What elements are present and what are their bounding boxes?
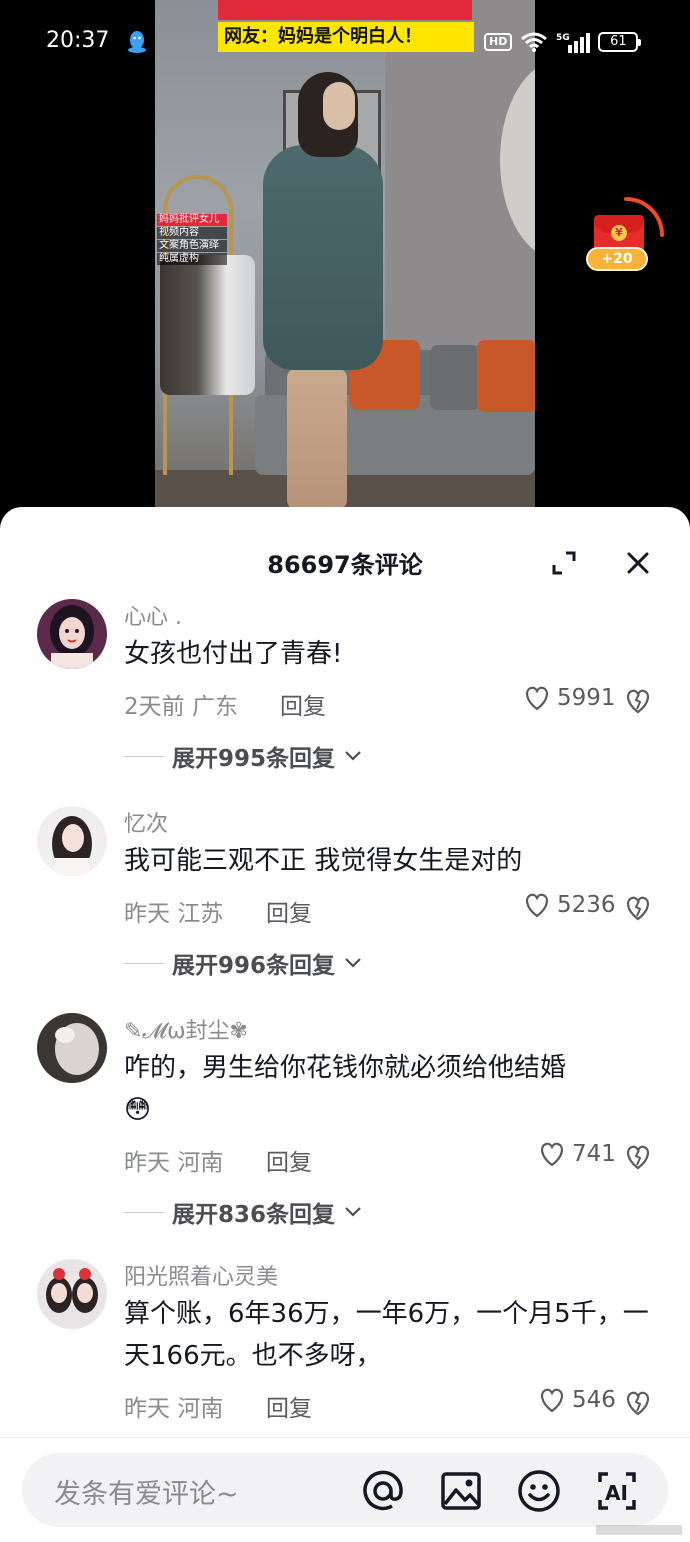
- comment-location: 江苏: [177, 901, 224, 927]
- like-count: 5236: [557, 892, 616, 918]
- divider: [124, 1211, 164, 1213]
- dislike-icon[interactable]: [624, 894, 652, 922]
- red-packet-reward[interactable]: ¥ +20: [586, 195, 666, 275]
- comment-author[interactable]: ✎𝓜ω封尘✾: [124, 1013, 248, 1045]
- reply-button[interactable]: 回复: [280, 687, 326, 721]
- comment-location: 河南: [177, 1150, 224, 1176]
- video-person-legs: [287, 368, 347, 510]
- hd-badge: HD: [484, 33, 513, 51]
- video-banner-top: [218, 0, 472, 20]
- comment-author[interactable]: 阳光照着心灵美: [124, 1259, 278, 1291]
- chevron-down-icon: [345, 1207, 361, 1217]
- reply-button[interactable]: 回复: [266, 1389, 312, 1423]
- close-icon[interactable]: [624, 549, 652, 577]
- expand-replies-button[interactable]: 展开995条回复: [124, 739, 363, 773]
- wifi-icon: [521, 32, 548, 52]
- comment-location: 河南: [177, 1396, 224, 1422]
- avatar[interactable]: [37, 599, 107, 669]
- like-button[interactable]: 5991: [523, 685, 616, 711]
- expand-replies-label: 展开836条回复: [172, 1202, 336, 1228]
- comment-input-placeholder[interactable]: 发条有爱评论~: [54, 1472, 239, 1511]
- video-person-face: [323, 82, 355, 130]
- comment-time: 2天前: [124, 694, 185, 720]
- heart-icon: [540, 1388, 564, 1413]
- comment-meta: 2天前 广东: [124, 687, 238, 721]
- avatar[interactable]: [37, 1259, 107, 1329]
- ai-icon[interactable]: AI: [594, 1468, 640, 1514]
- svg-text:AI: AI: [605, 1481, 628, 1505]
- dislike-icon[interactable]: [624, 1389, 652, 1417]
- comment-meta: 昨天 河南: [124, 1389, 223, 1423]
- video-pillow: [430, 345, 480, 410]
- heart-icon: [525, 893, 549, 918]
- like-count: 5991: [557, 685, 616, 711]
- status-bar: 20:37 HD 5G 61: [0, 22, 690, 62]
- reply-button[interactable]: 回复: [266, 894, 312, 928]
- expand-replies-label: 展开996条回复: [172, 953, 336, 979]
- comment-author[interactable]: 心心 .: [124, 599, 182, 631]
- signal-icon: 5G: [556, 33, 591, 53]
- qq-notification-icon: [128, 31, 146, 53]
- comment-text-body: 咋的，男生给你花钱你就必须给他结婚: [124, 1053, 567, 1083]
- like-count: 741: [572, 1141, 616, 1167]
- status-icons: HD 5G 61: [484, 30, 642, 54]
- comment-location: 广东: [191, 694, 238, 720]
- expand-replies-button[interactable]: 展开836条回复: [124, 1195, 363, 1229]
- emoji-icon[interactable]: [516, 1468, 562, 1514]
- video-pillow: [477, 340, 535, 412]
- expand-icon[interactable]: [550, 549, 578, 577]
- like-button[interactable]: 546: [538, 1387, 616, 1413]
- chevron-down-icon: [345, 751, 361, 761]
- chevron-down-icon: [345, 958, 361, 968]
- input-bar-divider: [0, 1437, 690, 1438]
- expand-replies-button[interactable]: 展开996条回复: [124, 946, 363, 980]
- comment-time: 昨天: [124, 901, 170, 927]
- flushed-emoji-icon: 😳: [124, 1095, 152, 1125]
- reward-badge: +20: [586, 247, 648, 271]
- network-label: 5G: [556, 33, 570, 43]
- video-disclaimer-tag: 妈妈批评女儿 视频内容 文案角色演绎 纯属虚构: [157, 214, 227, 266]
- status-time: 20:37: [46, 28, 110, 53]
- heart-icon: [540, 1142, 564, 1167]
- avatar[interactable]: [37, 1013, 107, 1083]
- video-tag-line: 妈妈批评女儿: [157, 214, 227, 226]
- comment-text: 咋的，男生给你花钱你就必须给他结婚 😳: [124, 1047, 650, 1131]
- video-person-dress: [263, 145, 383, 370]
- comment-meta: 昨天 江苏: [124, 894, 223, 928]
- dislike-icon[interactable]: [624, 687, 652, 715]
- image-icon[interactable]: [438, 1468, 484, 1514]
- comment-text: 我可能三观不正 我觉得女生是对的: [124, 846, 523, 876]
- expand-replies-label: 展开995条回复: [172, 746, 336, 772]
- video-coats: [160, 255, 255, 395]
- comments-panel[interactable]: 86697条评论 心心 . 女孩也付出了青春! 2天前 广东 回复 5991 展…: [0, 507, 690, 1542]
- divider: [124, 962, 164, 964]
- comment-text: 女孩也付出了青春!: [124, 639, 343, 669]
- heart-icon: [525, 686, 549, 711]
- like-count: 546: [572, 1387, 616, 1413]
- comment-meta: 昨天 河南: [124, 1143, 223, 1177]
- video-tag-line: 视频内容: [157, 227, 227, 239]
- watermark-dots: [596, 1525, 682, 1535]
- divider: [124, 755, 164, 757]
- comments-count-title: 86697条评论: [267, 551, 423, 579]
- like-button[interactable]: 5236: [523, 892, 616, 918]
- battery-indicator: 61: [598, 32, 642, 52]
- reply-button[interactable]: 回复: [266, 1143, 312, 1177]
- comment-text: 算个账，6年36万，一年6万，一个月5千，一天166元。也不多呀，: [124, 1299, 649, 1371]
- like-button[interactable]: 741: [538, 1141, 616, 1167]
- dislike-icon[interactable]: [624, 1143, 652, 1171]
- comment-author[interactable]: 忆次: [124, 806, 168, 838]
- video-tag-line: 文案角色演绎: [157, 240, 227, 252]
- coin-icon: ¥: [611, 225, 627, 241]
- video-tag-line: 纯属虚构: [157, 253, 227, 265]
- comment-time: 昨天: [124, 1150, 170, 1176]
- at-icon[interactable]: [360, 1468, 406, 1514]
- avatar[interactable]: [37, 806, 107, 876]
- comment-time: 昨天: [124, 1396, 170, 1422]
